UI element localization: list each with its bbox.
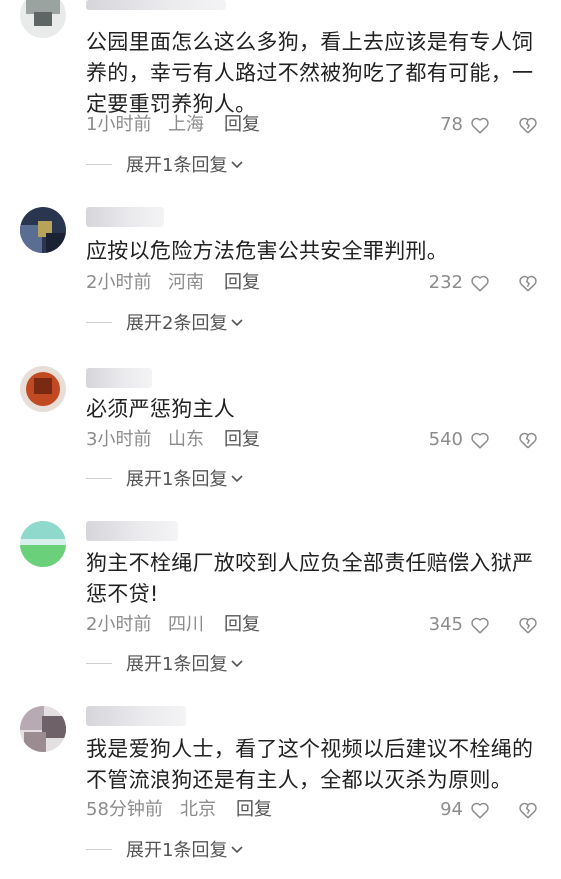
reply-button[interactable]: 回复 [224,270,260,296]
divider-line [86,477,112,479]
like-count: 78 [440,114,463,135]
avatar[interactable] [20,366,66,412]
broken-heart-icon[interactable] [517,272,539,294]
chevron-down-icon [231,660,244,668]
heart-outline-icon [471,275,489,292]
comment-meta: 1小时前 上海 回复 78 [86,112,539,138]
comment-text: 我是爱狗人士，看了这个视频以后建议不栓绳的不管流浪狗还是有主人，全都以灭杀为原则… [86,737,534,792]
expand-replies-button[interactable]: 展开1条回复 [86,837,245,861]
username-blurred[interactable] [86,706,186,726]
broken-heart-icon[interactable] [517,614,539,636]
comment-location: 河南 [168,272,204,293]
comment-text: 狗主不栓绳厂放咬到人应负全部责任赔偿入狱严惩不贷! [86,551,534,606]
like-button[interactable]: 232 [429,270,491,296]
like-button[interactable]: 540 [429,427,491,453]
like-count: 345 [428,614,463,635]
broken-heart-icon[interactable] [517,799,539,821]
username-blurred[interactable] [86,521,178,541]
expand-replies-label: 展开1条回复 [126,654,228,675]
comment-text: 应按以危险方法危害公共安全罪判刑。 [86,239,449,263]
comment-location: 上海 [168,114,204,135]
comment-time: 1小时前 [86,114,152,135]
comment-text: 公园里面怎么这么多狗，看上去应该是有专人饲养的，幸亏有人路过不然被狗吃了都有可能… [86,30,534,116]
like-button[interactable]: 94 [440,797,491,823]
reply-button[interactable]: 回复 [236,797,272,823]
reply-button[interactable]: 回复 [224,112,260,138]
comment-meta: 3小时前 山东 回复 540 [86,427,539,453]
comment-location: 四川 [168,614,204,635]
like-button[interactable]: 345 [429,612,491,638]
heart-outline-icon [471,432,489,449]
avatar[interactable] [20,0,66,38]
reply-button[interactable]: 回复 [224,427,260,453]
comment-meta: 58分钟前 北京 回复 94 [86,797,539,823]
chevron-down-icon [231,846,244,854]
like-count: 232 [428,272,463,293]
broken-heart-icon[interactable] [517,114,539,136]
heart-outline-icon [471,117,489,134]
like-count: 94 [440,799,463,820]
expand-replies-label: 展开1条回复 [126,840,228,861]
expand-replies-button[interactable]: 展开1条回复 [86,152,245,176]
comment-time: 2小时前 [86,614,152,635]
divider-line [86,662,112,664]
comment-location: 北京 [180,799,216,820]
expand-replies-label: 展开2条回复 [126,313,228,334]
avatar[interactable] [20,706,66,752]
divider-line [86,321,112,323]
chevron-down-icon [231,475,244,483]
divider-line [86,848,112,850]
expand-replies-label: 展开1条回复 [126,155,228,176]
expand-replies-button[interactable]: 展开2条回复 [86,310,245,334]
comment-text: 必须严惩狗主人 [86,397,236,421]
comment-location: 山东 [168,429,204,450]
chevron-down-icon [231,161,244,169]
expand-replies-button[interactable]: 展开1条回复 [86,651,245,675]
username-blurred[interactable] [86,0,226,10]
expand-replies-label: 展开1条回复 [126,469,228,490]
avatar[interactable] [20,207,66,253]
broken-heart-icon[interactable] [517,429,539,451]
chevron-down-icon [231,319,244,327]
expand-replies-button[interactable]: 展开1条回复 [86,466,245,490]
comment-time: 2小时前 [86,272,152,293]
comment-meta: 2小时前 河南 回复 232 [86,270,539,296]
comment-time: 3小时前 [86,429,152,450]
username-blurred[interactable] [86,368,152,388]
comment-meta: 2小时前 四川 回复 345 [86,612,539,638]
like-button[interactable]: 78 [440,112,491,138]
username-blurred[interactable] [86,207,164,227]
like-count: 540 [428,429,463,450]
avatar[interactable] [20,521,66,567]
reply-button[interactable]: 回复 [224,612,260,638]
heart-outline-icon [471,617,489,634]
comment-time: 58分钟前 [86,799,163,820]
divider-line [86,163,112,165]
heart-outline-icon [471,802,489,819]
